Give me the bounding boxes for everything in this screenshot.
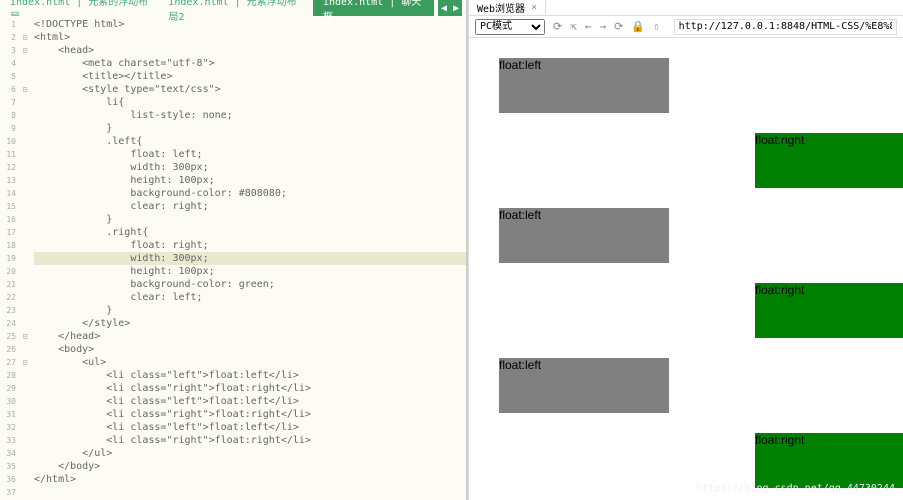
sync-icon[interactable]: ⟳ [553,20,562,33]
editor-tabs: index.html | 元素的浮动布局 index.html | 元素浮动布局… [0,0,466,16]
tab-chatbox[interactable]: index.html | 聊天框 [313,0,434,16]
forward-icon[interactable]: → [599,20,606,33]
editor-pane: index.html | 元素的浮动布局 index.html | 元素浮动布局… [0,0,466,500]
browser-tab-label: Web浏览器 [477,0,525,15]
mode-select[interactable]: PC模式 [475,19,545,35]
external-icon[interactable]: ⇱ [570,20,577,33]
tab-layout1[interactable]: index.html | 元素的浮动布局 [0,0,158,16]
fold-gutter[interactable]: ⊟⊟ ⊟ ⊟ ⊟ [20,16,30,500]
box-left: float:left [499,208,669,263]
close-icon[interactable]: × [531,2,537,13]
url-input[interactable] [674,19,897,35]
browser-tab-bar: Web浏览器 × [469,0,903,16]
box-right: float:right [755,433,903,488]
box-left: float:left [499,58,669,113]
tab-nav: ◀ ▶ [434,0,466,16]
open-icon[interactable]: ⇧ [653,20,660,33]
code-area[interactable]: 1234567891011121314151617181920212223242… [0,16,466,500]
watermark: https://blog.csdn.net/qq_44730244 [696,483,895,494]
browser-pane: Web浏览器 × PC模式 ⟳ ⇱ ← → ⟳ 🔒 ⇧ float:left f… [468,0,903,500]
box-left: float:left [499,358,669,413]
line-gutter: 1234567891011121314151617181920212223242… [0,16,20,500]
box-right: float:right [755,283,903,338]
browser-toolbar: PC模式 ⟳ ⇱ ← → ⟳ 🔒 ⇧ [469,16,903,38]
code-body[interactable]: <!DOCTYPE html><html> <head> <meta chars… [30,16,466,500]
lock-icon[interactable]: 🔒 [631,20,645,33]
reload-icon[interactable]: ⟳ [614,20,623,33]
tab-prev-icon[interactable]: ◀ [438,0,450,16]
browser-tab[interactable]: Web浏览器 × [469,0,546,15]
browser-viewport: float:left float:right float:left float:… [469,38,903,500]
back-icon[interactable]: ← [585,20,592,33]
box-right: float:right [755,133,903,188]
tab-next-icon[interactable]: ▶ [450,0,462,16]
tab-layout2[interactable]: index.html | 元素浮动布局2 [158,0,313,16]
